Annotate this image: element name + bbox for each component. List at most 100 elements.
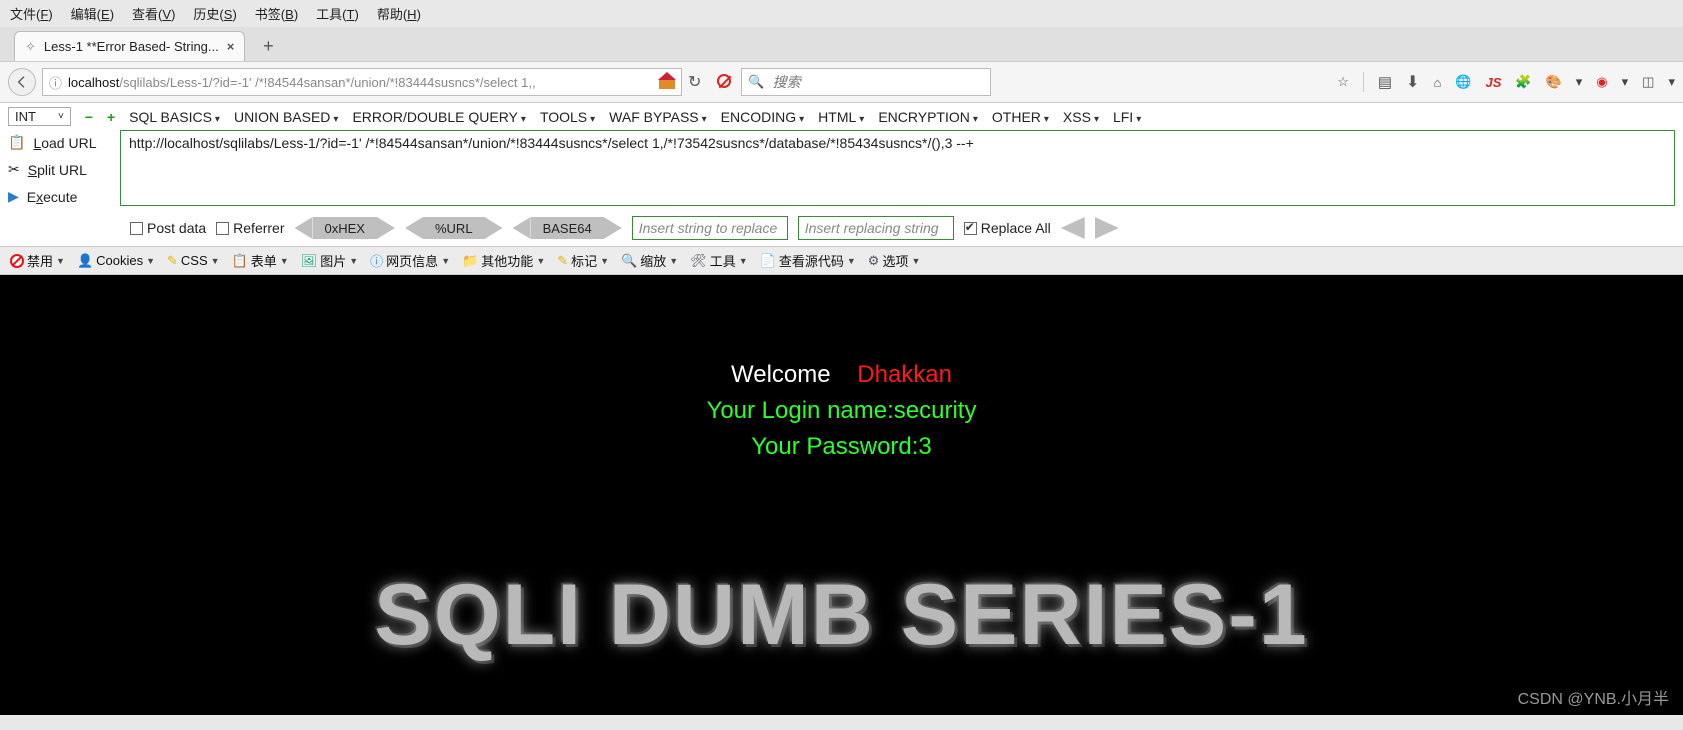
home-icon[interactable] [659,75,675,89]
hb-menu-tools[interactable]: TOOLS [540,109,595,125]
clipboard-icon: 📋 [8,134,25,151]
replace-from-input[interactable]: Insert string to replace [632,216,788,240]
extension-icon-2[interactable]: ◉ [1596,74,1607,90]
enc-url[interactable]: %URL [405,217,503,239]
menu-view[interactable]: 查看(V) [132,4,175,23]
dev-misc[interactable]: 📁其他功能▼ [458,251,549,270]
gear-icon: ⚙ [868,253,880,269]
replace-to-input[interactable]: Insert replacing string [798,216,954,240]
hb-execute[interactable]: ▶Execute [8,188,120,205]
menu-edit[interactable]: 编辑(E) [71,4,114,23]
info-icon: ⓘ [370,251,383,270]
noscript-icon[interactable] [717,74,731,91]
image-icon: 🖼 [301,253,318,269]
palette-icon[interactable]: 🎨 [1546,74,1562,90]
library-icon[interactable]: ▤ [1378,73,1392,91]
dropdown-icon[interactable]: ▾ [1576,74,1583,90]
postdata-checkbox[interactable]: Post data [130,220,206,236]
replace-prev[interactable] [1061,217,1085,239]
extension-icon-1[interactable]: 🧩 [1515,74,1531,90]
dev-disable[interactable]: 禁用▼ [6,251,69,270]
hb-menu-other[interactable]: OTHER [992,109,1049,125]
reload-button[interactable]: ↻ [688,72,701,92]
menu-file[interactable]: 文件(F) [10,4,53,23]
search-input[interactable] [771,73,985,91]
js-badge[interactable]: JS [1485,75,1501,90]
watermark: CSDN @YNB.小月半 [1518,685,1669,709]
enc-base64[interactable]: BASE64 [513,217,622,239]
menu-help[interactable]: 帮助(H) [377,4,421,23]
dev-forms[interactable]: 📋表单▼ [228,251,293,270]
hackbar-main: 📋Load URL ✂Split URL ▶Execute http://loc… [0,130,1683,210]
app-menubar: 文件(F) 编辑(E) 查看(V) 历史(S) 书签(B) 工具(T) 帮助(H… [0,0,1683,27]
hb-menu-html[interactable]: HTML [818,109,864,125]
hb-menu-union[interactable]: UNION BASED [234,109,339,125]
welcome-text: Welcome [731,361,831,388]
separator [1363,72,1364,92]
dropdown-icon-3[interactable]: ▾ [1668,74,1675,90]
dev-resize[interactable]: 🔍缩放▼ [617,251,682,270]
hb-split-url[interactable]: ✂Split URL [8,161,120,178]
hackbar-options-row: Post data Referrer 0xHEX %URL BASE64 Ins… [0,210,1683,246]
star-icon[interactable]: ☆ [1337,74,1349,90]
scissors-icon: ✂ [8,161,20,178]
dev-outline[interactable]: ✎标记▼ [553,251,613,270]
login-name-line: Your Login name:security [0,397,1683,425]
hb-menu-encoding[interactable]: ENCODING [721,109,804,125]
back-button[interactable] [8,68,36,96]
dev-images[interactable]: 🖼图片▼ [297,251,362,270]
url-path: /sqlilabs/Less-1/?id=-1' /*!84544sansan*… [119,75,535,90]
page-content: Welcome Dhakkan Your Login name:security… [0,275,1683,715]
tab-strip: ✧ Less-1 **Error Based- String... × + [0,27,1683,61]
dev-source[interactable]: 📄查看源代码▼ [756,251,860,270]
hackbar-url-textarea[interactable]: http://localhost/sqlilabs/Less-1/?id=-1'… [120,130,1675,206]
menu-bookmarks[interactable]: 书签(B) [255,4,298,23]
hb-menu-error[interactable]: ERROR/DOUBLE QUERY [352,109,525,125]
password-line: Your Password:3 [0,433,1683,461]
webdev-toolbar: 禁用▼ 👤Cookies▼ ✎CSS▼ 📋表单▼ 🖼图片▼ ⓘ网页信息▼ 📁其他… [0,246,1683,275]
tab-active[interactable]: ✧ Less-1 **Error Based- String... × [14,31,245,61]
welcome-name: Dhakkan [857,361,952,388]
enc-hex[interactable]: 0xHEX [295,217,395,239]
replace-next[interactable] [1095,217,1119,239]
replace-all-checkbox[interactable]: Replace All [964,220,1051,236]
dropdown-icon-2[interactable]: ▾ [1622,74,1629,90]
tab-close-icon[interactable]: × [227,39,235,54]
hb-menu-lfi[interactable]: LFI [1113,109,1141,125]
menu-tools[interactable]: 工具(T) [316,4,359,23]
menu-history[interactable]: 历史(S) [193,4,236,23]
hackbar-left-actions: 📋Load URL ✂Split URL ▶Execute [8,130,120,206]
globe-icon[interactable]: 🌐 [1455,74,1471,90]
search-box[interactable]: 🔍 [741,68,991,96]
dev-css[interactable]: ✎CSS▼ [163,253,224,269]
arrow-left-icon [14,74,30,90]
home-button[interactable]: ⌂ [1433,75,1441,90]
dev-tools[interactable]: 🛠工具▼ [686,251,751,270]
hb-menu-xss[interactable]: XSS [1063,109,1099,125]
dev-options[interactable]: ⚙选项▼ [864,251,925,270]
sidebar-icon[interactable]: ◫ [1642,74,1654,90]
hackbar-minus[interactable]: − [85,109,93,125]
hb-menu-waf[interactable]: WAF BYPASS [609,109,707,125]
hackbar-plus[interactable]: + [107,109,115,125]
address-bar[interactable]: ⓘ localhost/sqlilabs/Less-1/?id=-1' /*!8… [42,68,682,96]
site-info-icon[interactable]: ⓘ [49,73,62,92]
toolbar-right: ☆ ▤ ⬇ ⌂ 🌐 JS 🧩 🎨 ▾ ◉ ▾ ◫ ▾ [1337,72,1675,92]
tab-title: Less-1 **Error Based- String... [44,39,219,54]
hackbar-mode-select[interactable]: INT˅ [8,107,71,126]
code-icon: 📄 [760,253,776,269]
pencil-icon: ✎ [167,253,178,269]
nav-toolbar: ⓘ localhost/sqlilabs/Less-1/?id=-1' /*!8… [0,61,1683,103]
hb-menu-sqlbasics[interactable]: SQL BASICS [129,109,220,125]
wrench-icon: 🛠 [690,253,707,269]
tab-favicon: ✧ [25,39,36,55]
clipboard-icon: 📋 [232,253,248,269]
dev-cookies[interactable]: 👤Cookies▼ [73,253,159,269]
pencil-icon: ✎ [557,253,568,269]
hb-menu-encryption[interactable]: ENCRYPTION [878,109,978,125]
new-tab-button[interactable]: + [255,33,281,59]
dev-info[interactable]: ⓘ网页信息▼ [366,251,454,270]
download-icon[interactable]: ⬇ [1406,72,1419,92]
referrer-checkbox[interactable]: Referrer [216,220,284,236]
hb-load-url[interactable]: 📋Load URL [8,134,120,151]
